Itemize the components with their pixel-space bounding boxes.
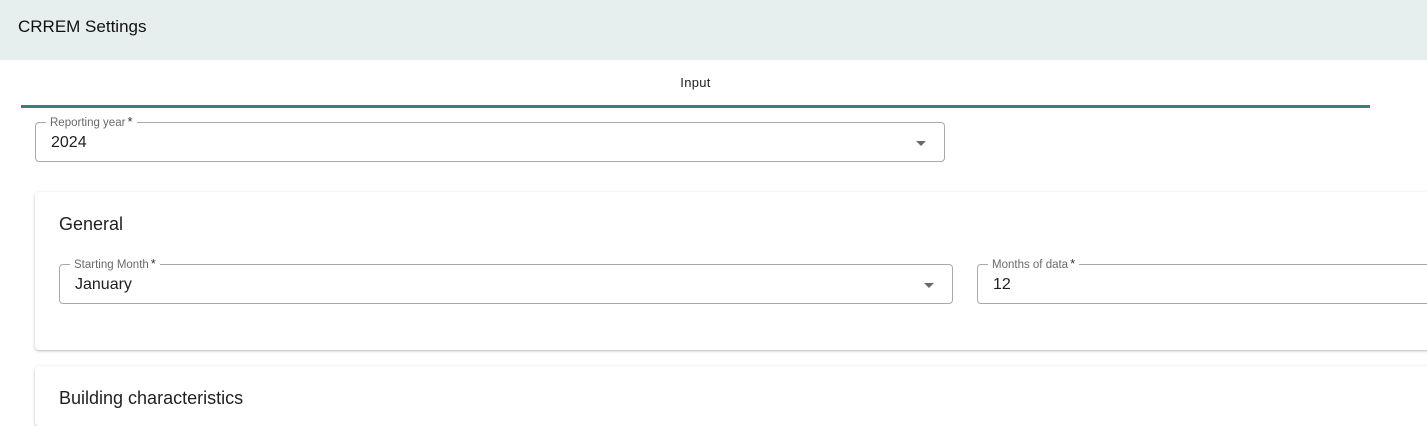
page-title: CRREM Settings — [18, 17, 147, 36]
required-asterisk: * — [1070, 256, 1076, 271]
building-section-title: Building characteristics — [59, 388, 244, 408]
starting-month-label: Starting Month * — [70, 257, 160, 272]
tab-active-indicator — [21, 105, 1370, 108]
tab-bar: Input — [21, 60, 1370, 108]
reporting-year-label: Reporting year * — [46, 115, 137, 130]
months-of-data-label: Months of data * — [988, 256, 1080, 272]
starting-month-select[interactable]: Starting Month * January — [59, 257, 953, 304]
starting-month-value: January — [75, 276, 132, 293]
months-of-data-value: 12 — [993, 276, 1011, 293]
building-characteristics-card: Building characteristics — [35, 366, 1427, 426]
tab-input[interactable]: Input — [21, 60, 1370, 105]
required-asterisk: * — [150, 256, 156, 271]
reporting-year-select[interactable]: Reporting year * 2024 — [35, 115, 945, 162]
app-header: CRREM Settings — [0, 0, 1427, 60]
chevron-down-icon[interactable] — [916, 141, 926, 146]
chevron-down-icon[interactable] — [924, 283, 934, 288]
reporting-year-value: 2024 — [51, 134, 87, 151]
general-section-title: General — [59, 214, 124, 234]
months-of-data-input[interactable]: Months of data * 12 — [977, 257, 1427, 304]
general-card: General Starting Month * January Months o… — [35, 192, 1427, 350]
required-asterisk: * — [127, 114, 133, 129]
